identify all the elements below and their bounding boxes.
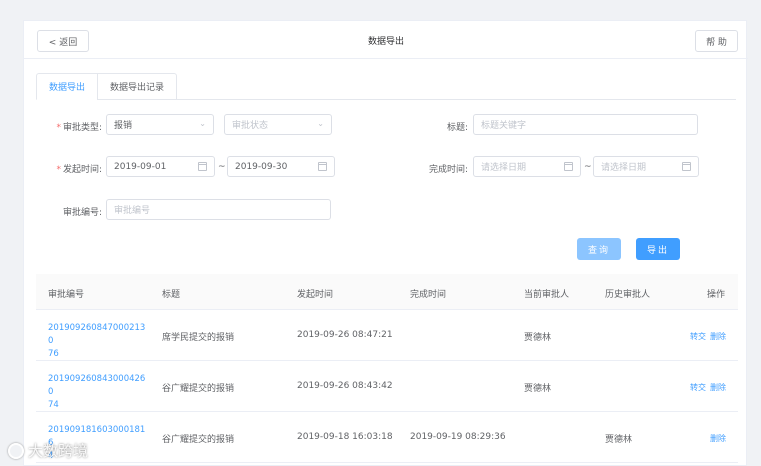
row-current-approver: 贾德林 bbox=[524, 333, 552, 343]
calendar-icon bbox=[564, 162, 573, 171]
row-current-approver: 贾德林 bbox=[524, 384, 552, 394]
start-date-from[interactable]: 2019-09-01 bbox=[106, 156, 215, 177]
page-title: 数据导出 bbox=[367, 37, 404, 47]
calendar-icon bbox=[318, 162, 327, 171]
row-start-time: 2019-09-18 16:03:18 bbox=[297, 432, 393, 442]
tab-bar: 数据导出 数据导出记录 bbox=[36, 73, 736, 100]
finish-date-to[interactable]: 请选择日期 bbox=[593, 156, 699, 177]
table-header: 审批编号 标题 发起时间 完成时间 当前审批人 历史审批人 操作 bbox=[36, 274, 738, 310]
table-row: 2019091816030001816 4 谷广耀提交的报销 2019-09-18… bbox=[36, 412, 738, 463]
table-row: 2019092608470002130 76 席学民提交的报销 2019-09-2… bbox=[36, 310, 738, 361]
row-title: 谷广耀提交的报销 bbox=[162, 435, 235, 445]
tab-data-export[interactable]: 数据导出 bbox=[36, 73, 98, 100]
row-actions: 转交 删除 bbox=[686, 382, 726, 393]
row-history-approver: 贾德林 bbox=[605, 435, 633, 445]
finish-time-label: 完成时间: bbox=[428, 165, 468, 175]
start-time-label: * 发起时间: bbox=[56, 165, 102, 175]
help-button[interactable]: 帮 助 bbox=[695, 30, 738, 52]
subject-input[interactable]: 标题关键字 bbox=[473, 114, 698, 135]
approval-no-label: 审批编号: bbox=[62, 208, 102, 218]
export-button[interactable]: 导出 bbox=[636, 238, 680, 260]
main-card: < 返回 数据导出 帮 助 数据导出 数据导出记录 * 审批类型: 报销 ⌄ 审批状… bbox=[23, 20, 748, 466]
finish-date-from[interactable]: 请选择日期 bbox=[473, 156, 581, 177]
col-history-approver: 历史审批人 bbox=[605, 290, 651, 300]
subject-label: 标题: bbox=[446, 123, 468, 133]
col-finish-time: 完成时间 bbox=[410, 290, 447, 300]
range-separator: ~ bbox=[218, 162, 226, 172]
start-date-to[interactable]: 2019-09-30 bbox=[227, 156, 335, 177]
watermark: 大数跨境 bbox=[8, 440, 88, 461]
delete-link[interactable]: 删除 bbox=[710, 332, 726, 341]
query-button[interactable]: 查询 bbox=[577, 238, 621, 260]
row-finish-time: 2019-09-19 08:29:36 bbox=[410, 432, 506, 442]
col-start-time: 发起时间 bbox=[297, 290, 334, 300]
col-current-approver: 当前审批人 bbox=[524, 290, 570, 300]
chevron-down-icon: ⌄ bbox=[199, 119, 206, 128]
tab-export-records[interactable]: 数据导出记录 bbox=[97, 73, 177, 100]
watermark-logo-icon bbox=[8, 442, 24, 459]
col-actions: 操作 bbox=[707, 290, 726, 300]
range-separator: ~ bbox=[584, 162, 592, 172]
table-row: 2019092608430004260 74 谷广耀提交的报销 2019-09-2… bbox=[36, 361, 738, 412]
calendar-icon bbox=[682, 162, 691, 171]
approval-no-link[interactable]: 2019092608470002130 76 bbox=[48, 322, 148, 361]
approval-type-label: * 审批类型: bbox=[56, 123, 102, 133]
transfer-link[interactable]: 转交 bbox=[690, 383, 706, 392]
row-actions: 转交 删除 bbox=[686, 331, 726, 342]
calendar-icon bbox=[198, 162, 207, 171]
row-actions: 删除 bbox=[702, 433, 726, 444]
chevron-down-icon: ⌄ bbox=[317, 119, 324, 128]
row-title: 谷广耀提交的报销 bbox=[162, 384, 235, 394]
delete-link[interactable]: 删除 bbox=[710, 383, 726, 392]
approval-type-select[interactable]: 报销 ⌄ bbox=[106, 114, 214, 135]
row-start-time: 2019-09-26 08:43:42 bbox=[297, 381, 393, 391]
approval-no-input[interactable]: 审批编号 bbox=[106, 199, 331, 220]
row-title: 席学民提交的报销 bbox=[162, 333, 235, 343]
row-start-time: 2019-09-26 08:47:21 bbox=[297, 330, 393, 340]
top-bar: < 返回 数据导出 帮 助 bbox=[24, 21, 748, 59]
delete-link[interactable]: 删除 bbox=[710, 434, 726, 443]
col-title: 标题 bbox=[162, 290, 181, 300]
approval-status-select[interactable]: 审批状态 ⌄ bbox=[224, 114, 332, 135]
col-approval-no: 审批编号 bbox=[48, 290, 85, 300]
transfer-link[interactable]: 转交 bbox=[690, 332, 706, 341]
approval-no-link[interactable]: 2019092608430004260 74 bbox=[48, 373, 148, 412]
